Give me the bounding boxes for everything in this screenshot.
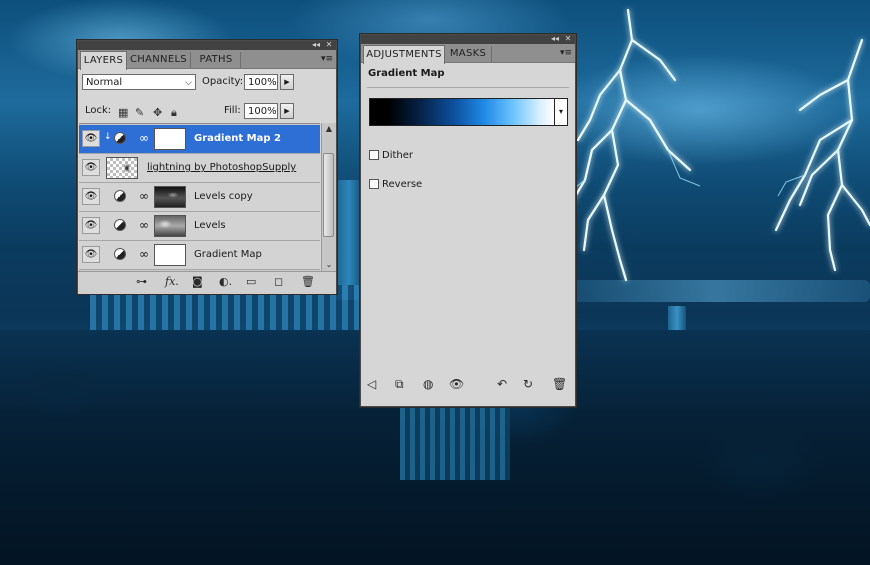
tab-masks[interactable]: MASKS bbox=[445, 46, 492, 62]
scroll-up-icon[interactable]: ▲ bbox=[322, 123, 336, 135]
dither-label: Dither bbox=[382, 150, 414, 161]
panel-menu-icon[interactable]: ▾≡ bbox=[321, 54, 333, 64]
layer-row-lightning[interactable]: 👁︎ lightning by PhotoshopSupply bbox=[79, 154, 320, 183]
panel-header-bar: ◂◂ ✕ bbox=[78, 40, 336, 50]
new-adjustment-layer-icon[interactable]: ◐. bbox=[219, 275, 232, 289]
new-layer-icon[interactable]: ◻ bbox=[274, 275, 283, 289]
link-icon[interactable]: ∞ bbox=[139, 131, 149, 145]
lock-transparency-icon[interactable]: ▦ bbox=[118, 107, 128, 119]
blend-mode-value: Normal bbox=[86, 77, 123, 88]
eye-icon[interactable]: 👁︎ bbox=[449, 377, 464, 391]
adjustments-footer-toolbar: ◁ ⧉ ◍ 👁︎ ↶ ↻ 🗑︎ bbox=[361, 373, 575, 397]
layers-list: 👁︎ ↓ ∞ Gradient Map 2 👁︎ lightning by Ph… bbox=[79, 123, 320, 272]
levels-adjustment-icon bbox=[114, 190, 126, 202]
collapse-icon[interactable]: ◂◂ bbox=[551, 34, 559, 44]
layer-name: lightning by PhotoshopSupply bbox=[147, 162, 297, 173]
layer-thumbnail[interactable] bbox=[106, 157, 138, 179]
link-icon[interactable]: ∞ bbox=[139, 218, 149, 232]
layer-name: Levels bbox=[194, 220, 226, 231]
mask-link-arrow-icon: ↓ bbox=[104, 132, 112, 142]
fill-slider-button[interactable]: ▶ bbox=[280, 103, 294, 119]
reverse-label: Reverse bbox=[382, 179, 423, 190]
eye-icon[interactable]: 👁︎ bbox=[82, 217, 100, 234]
levels-adjustment-icon bbox=[114, 219, 126, 231]
eye-icon[interactable]: 👁︎ bbox=[82, 188, 100, 205]
layers-scrollbar[interactable]: ▲ ⌄ bbox=[321, 123, 336, 271]
gradient-map-adjustment-icon bbox=[114, 248, 126, 260]
reverse-checkbox[interactable] bbox=[369, 179, 379, 189]
chevron-down-icon: ⌵ bbox=[185, 78, 192, 88]
fill-label: Fill: bbox=[224, 105, 241, 116]
scroll-down-icon[interactable]: ⌄ bbox=[322, 259, 336, 271]
layer-mask-thumbnail[interactable] bbox=[154, 244, 186, 266]
layer-mask-thumbnail[interactable] bbox=[154, 186, 186, 208]
lock-label: Lock: bbox=[85, 105, 112, 116]
tab-paths[interactable]: PATHS bbox=[192, 52, 241, 68]
lock-position-icon[interactable]: ✥ bbox=[153, 107, 162, 119]
opacity-field[interactable]: 100% bbox=[244, 74, 278, 90]
adjustment-title: Gradient Map bbox=[368, 68, 445, 79]
layers-panel: ◂◂ ✕ LAYERS CHANNELS PATHS ▾≡ Normal ⌵ O… bbox=[77, 40, 337, 294]
eye-icon[interactable]: 👁︎ bbox=[82, 246, 100, 263]
eye-icon[interactable]: 👁︎ bbox=[82, 159, 100, 176]
adjustments-panel: ◂◂ ✕ ADJUSTMENTS MASKS ▾≡ Gradient Map ▾… bbox=[360, 34, 576, 407]
dither-checkbox[interactable] bbox=[369, 150, 379, 160]
opacity-label: Opacity: bbox=[202, 76, 244, 87]
back-arrow-icon[interactable]: ◁ bbox=[367, 377, 376, 391]
blend-mode-select[interactable]: Normal ⌵ bbox=[82, 74, 196, 90]
expanded-view-icon[interactable]: ⧉ bbox=[395, 377, 404, 391]
layer-row-levels-copy[interactable]: 👁︎ ∞ Levels copy bbox=[79, 183, 320, 212]
divider bbox=[367, 87, 569, 88]
layers-tab-bar: LAYERS CHANNELS PATHS ▾≡ bbox=[78, 50, 336, 70]
add-mask-icon[interactable]: ◙ bbox=[192, 275, 203, 289]
tab-channels[interactable]: CHANNELS bbox=[127, 52, 191, 68]
gradient-map-adjustment-icon bbox=[114, 132, 126, 144]
layer-row-gradient-map[interactable]: 👁︎ ∞ Gradient Map bbox=[79, 241, 320, 270]
panel-menu-icon[interactable]: ▾≡ bbox=[560, 48, 572, 58]
lock-pixels-icon[interactable]: ✎ bbox=[135, 107, 144, 119]
link-icon[interactable]: ∞ bbox=[139, 189, 149, 203]
panel-header-bar: ◂◂ ✕ bbox=[361, 34, 575, 44]
tab-layers[interactable]: LAYERS bbox=[80, 51, 127, 70]
new-group-folder-icon[interactable]: ▭ bbox=[246, 275, 256, 289]
layer-name: Gradient Map bbox=[194, 249, 262, 260]
fill-field[interactable]: 100% bbox=[244, 103, 278, 119]
gradient-picker-dropdown[interactable]: ▾ bbox=[555, 98, 568, 126]
opacity-slider-button[interactable]: ▶ bbox=[280, 74, 294, 90]
link-layers-icon[interactable]: ⊶ bbox=[136, 275, 147, 289]
layer-mask-thumbnail[interactable] bbox=[154, 128, 186, 150]
gradient-preview-bar[interactable] bbox=[369, 98, 555, 126]
layer-name: Gradient Map 2 bbox=[194, 133, 281, 144]
layers-footer-toolbar: ⊶ fx. ◙ ◐. ▭ ◻ 🗑︎ bbox=[78, 271, 336, 294]
layer-mask-thumbnail[interactable] bbox=[154, 215, 186, 237]
close-icon[interactable]: ✕ bbox=[564, 35, 572, 43]
scrollbar-thumb[interactable] bbox=[323, 153, 334, 237]
lock-all-icon[interactable]: 🔒︎ bbox=[171, 107, 177, 119]
view-previous-state-icon[interactable]: ↶ bbox=[497, 377, 507, 391]
close-icon[interactable]: ✕ bbox=[325, 41, 333, 49]
layer-row-levels[interactable]: 👁︎ ∞ Levels bbox=[79, 212, 320, 241]
layer-name: Levels copy bbox=[194, 191, 253, 202]
trash-icon[interactable]: 🗑︎ bbox=[552, 377, 567, 391]
layer-row-gradient-map-2[interactable]: 👁︎ ↓ ∞ Gradient Map 2 bbox=[79, 125, 320, 154]
adjustments-tab-bar: ADJUSTMENTS MASKS ▾≡ bbox=[361, 44, 575, 64]
clip-to-layer-icon[interactable]: ◍ bbox=[423, 377, 433, 391]
reset-icon[interactable]: ↻ bbox=[523, 377, 533, 391]
link-icon[interactable]: ∞ bbox=[139, 247, 149, 261]
collapse-icon[interactable]: ◂◂ bbox=[312, 40, 320, 50]
fx-icon[interactable]: fx. bbox=[165, 275, 179, 289]
eye-icon[interactable]: 👁︎ bbox=[82, 130, 100, 147]
trash-icon[interactable]: 🗑︎ bbox=[301, 275, 315, 289]
tab-adjustments[interactable]: ADJUSTMENTS bbox=[363, 45, 445, 64]
